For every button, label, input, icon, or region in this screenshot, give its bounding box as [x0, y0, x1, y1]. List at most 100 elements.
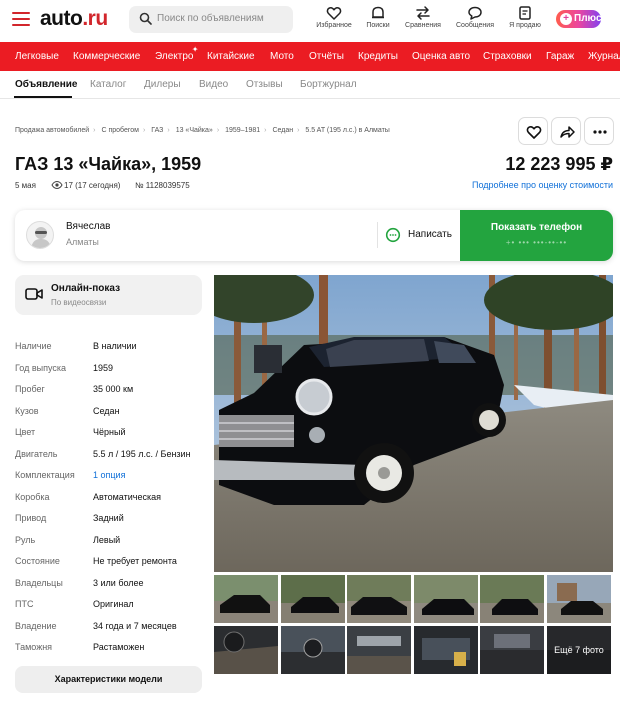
spec-row: Наличие В наличии [15, 341, 205, 355]
spec-key: Таможня [15, 642, 53, 652]
photo-thumbnail[interactable] [480, 575, 544, 623]
tab-dealers[interactable]: Дилеры [144, 79, 181, 90]
breadcrumb-item[interactable]: 13 «Чайка» [176, 127, 213, 134]
messages-button[interactable]: Сообщения [451, 5, 499, 29]
category-nav: Легковые Коммерческие Электро ✦ Китайские… [0, 42, 620, 71]
spec-key: Двигатель [15, 448, 58, 459]
my-sales-button[interactable]: Я продаю [501, 5, 549, 29]
car-photo [214, 275, 613, 572]
my-sales-label: Я продаю [509, 22, 541, 29]
search-input[interactable]: Поиск по объявлениям [129, 6, 293, 33]
photo-thumbnail[interactable] [281, 626, 345, 674]
nav-item-garage[interactable]: Гараж [546, 51, 574, 62]
write-message-button[interactable]: Написать [385, 227, 452, 246]
nav-item-moto[interactable]: Мото [270, 51, 294, 62]
share-button[interactable] [551, 117, 581, 145]
spec-value: 1959 [93, 362, 114, 373]
tab-listing[interactable]: Объявление [15, 79, 78, 90]
nav-item-commercial[interactable]: Коммерческие [73, 51, 140, 62]
menu-icon[interactable] [12, 12, 30, 26]
spec-value: Растаможен [93, 642, 145, 652]
spec-key: Пробег [15, 384, 45, 394]
listing-price: 12 223 995 ₽ [505, 154, 613, 174]
online-show-title: Онлайн-показ [51, 283, 121, 294]
breadcrumb-item[interactable]: ГАЗ [151, 127, 163, 134]
spec-key: Коробка [15, 491, 50, 502]
compare-label: Сравнения [405, 22, 441, 29]
spec-row: Коробка Автоматическая [15, 492, 205, 506]
spec-row: Состояние Не требует ремонта [15, 556, 205, 570]
main-photo[interactable] [214, 275, 613, 572]
searches-button[interactable]: Поиски [354, 5, 402, 29]
breadcrumb-item[interactable]: 5.5 AT (195 л.с.) в Алматы [305, 127, 389, 134]
photo-thumbnail[interactable] [214, 575, 278, 623]
nav-item-journal[interactable]: Журнал [588, 51, 620, 62]
user-avatar-icon [31, 227, 51, 248]
spec-value: В наличии [93, 341, 137, 351]
nav-item-cars[interactable]: Легковые [15, 51, 59, 62]
favorites-button[interactable]: Избранное [310, 5, 358, 29]
spec-key: Наличие [15, 341, 52, 351]
spec-key: Комплектация [15, 470, 75, 480]
nav-item-credits[interactable]: Кредиты [358, 51, 398, 62]
heart-icon [326, 7, 342, 20]
model-specs-button[interactable]: Характеристики модели [15, 666, 202, 693]
nav-item-valuation[interactable]: Оценка авто [412, 51, 470, 62]
spec-value: Седан [93, 405, 120, 416]
spec-row: ПТС Оригинал [15, 599, 205, 613]
favorite-button[interactable] [518, 117, 548, 145]
spec-row: Руль Левый [15, 535, 205, 549]
divider [377, 222, 378, 248]
site-logo[interactable]: auto.ru [40, 7, 108, 31]
top-header: auto.ru Поиск по объявлениям Избранное П… [0, 0, 620, 42]
tab-video[interactable]: Видео [199, 79, 228, 90]
online-show-subtitle: По видеосвязи [51, 298, 107, 307]
chevron-right-icon: › [264, 127, 267, 134]
photo-thumbnail[interactable] [414, 575, 478, 623]
spec-key: Руль [15, 534, 36, 545]
chevron-right-icon: › [216, 127, 220, 134]
show-phone-button[interactable]: Показать телефон +• ••• •••-••-•• [460, 210, 613, 261]
photo-thumbnail[interactable] [414, 626, 478, 674]
spec-value: Автоматическая [93, 491, 161, 502]
logo-text: auto [40, 7, 83, 30]
more-options-button[interactable] [584, 117, 614, 145]
breadcrumb-item[interactable]: Седан [272, 127, 293, 134]
photo-thumbnail[interactable] [347, 626, 411, 674]
heart-icon [526, 126, 542, 139]
more-photos-button[interactable]: Ещё 7 фото [547, 626, 611, 674]
share-icon [560, 126, 575, 138]
spec-key: Цвет [15, 427, 36, 437]
nav-item-electro[interactable]: Электро ✦ [155, 45, 198, 62]
plus-button[interactable]: + Плюс [556, 10, 602, 28]
chevron-right-icon: › [167, 127, 170, 134]
options-link[interactable]: 1 опция [93, 470, 125, 480]
breadcrumb-item[interactable]: 1959–1981 [225, 127, 260, 134]
spec-key: Год выпуска [15, 362, 66, 373]
photo-thumbnail[interactable] [281, 575, 345, 623]
compare-button[interactable]: Сравнения [399, 5, 447, 29]
spec-row: Таможня Растаможен [15, 642, 205, 656]
spec-value: 34 года и 7 месяцев [93, 620, 177, 631]
tab-catalog[interactable]: Каталог [90, 79, 126, 90]
photo-thumbnail[interactable] [547, 575, 611, 623]
breadcrumb-item[interactable]: Продажа автомобилей [15, 127, 89, 134]
tab-logbook[interactable]: Бортжурнал [300, 79, 357, 90]
tab-reviews[interactable]: Отзывы [246, 79, 283, 90]
seller-card: Вячеслав Алматы Написать Показать телефо… [15, 210, 613, 261]
nav-item-chinese[interactable]: Китайские [207, 51, 255, 62]
breadcrumb: Продажа автомобилей › С пробегом › ГАЗ › 13… [15, 127, 390, 134]
price-evaluation-link[interactable]: Подробнее про оценку стоимости [472, 180, 613, 190]
photo-thumbnail[interactable] [480, 626, 544, 674]
plus-label: Плюс [574, 13, 602, 24]
active-tab-underline [14, 96, 72, 98]
photo-thumbnail[interactable] [214, 626, 278, 674]
favorites-label: Избранное [316, 22, 352, 29]
seller-name[interactable]: Вячеслав [66, 221, 110, 232]
nav-item-electro-label: Электро [155, 51, 194, 62]
nav-item-reports[interactable]: Отчёты [309, 51, 344, 62]
nav-item-insurance[interactable]: Страховки [483, 51, 532, 62]
photo-thumbnail[interactable] [347, 575, 411, 623]
breadcrumb-item[interactable]: С пробегом [101, 127, 139, 134]
online-show-card[interactable]: Онлайн-показ По видеосвязи [15, 275, 202, 315]
